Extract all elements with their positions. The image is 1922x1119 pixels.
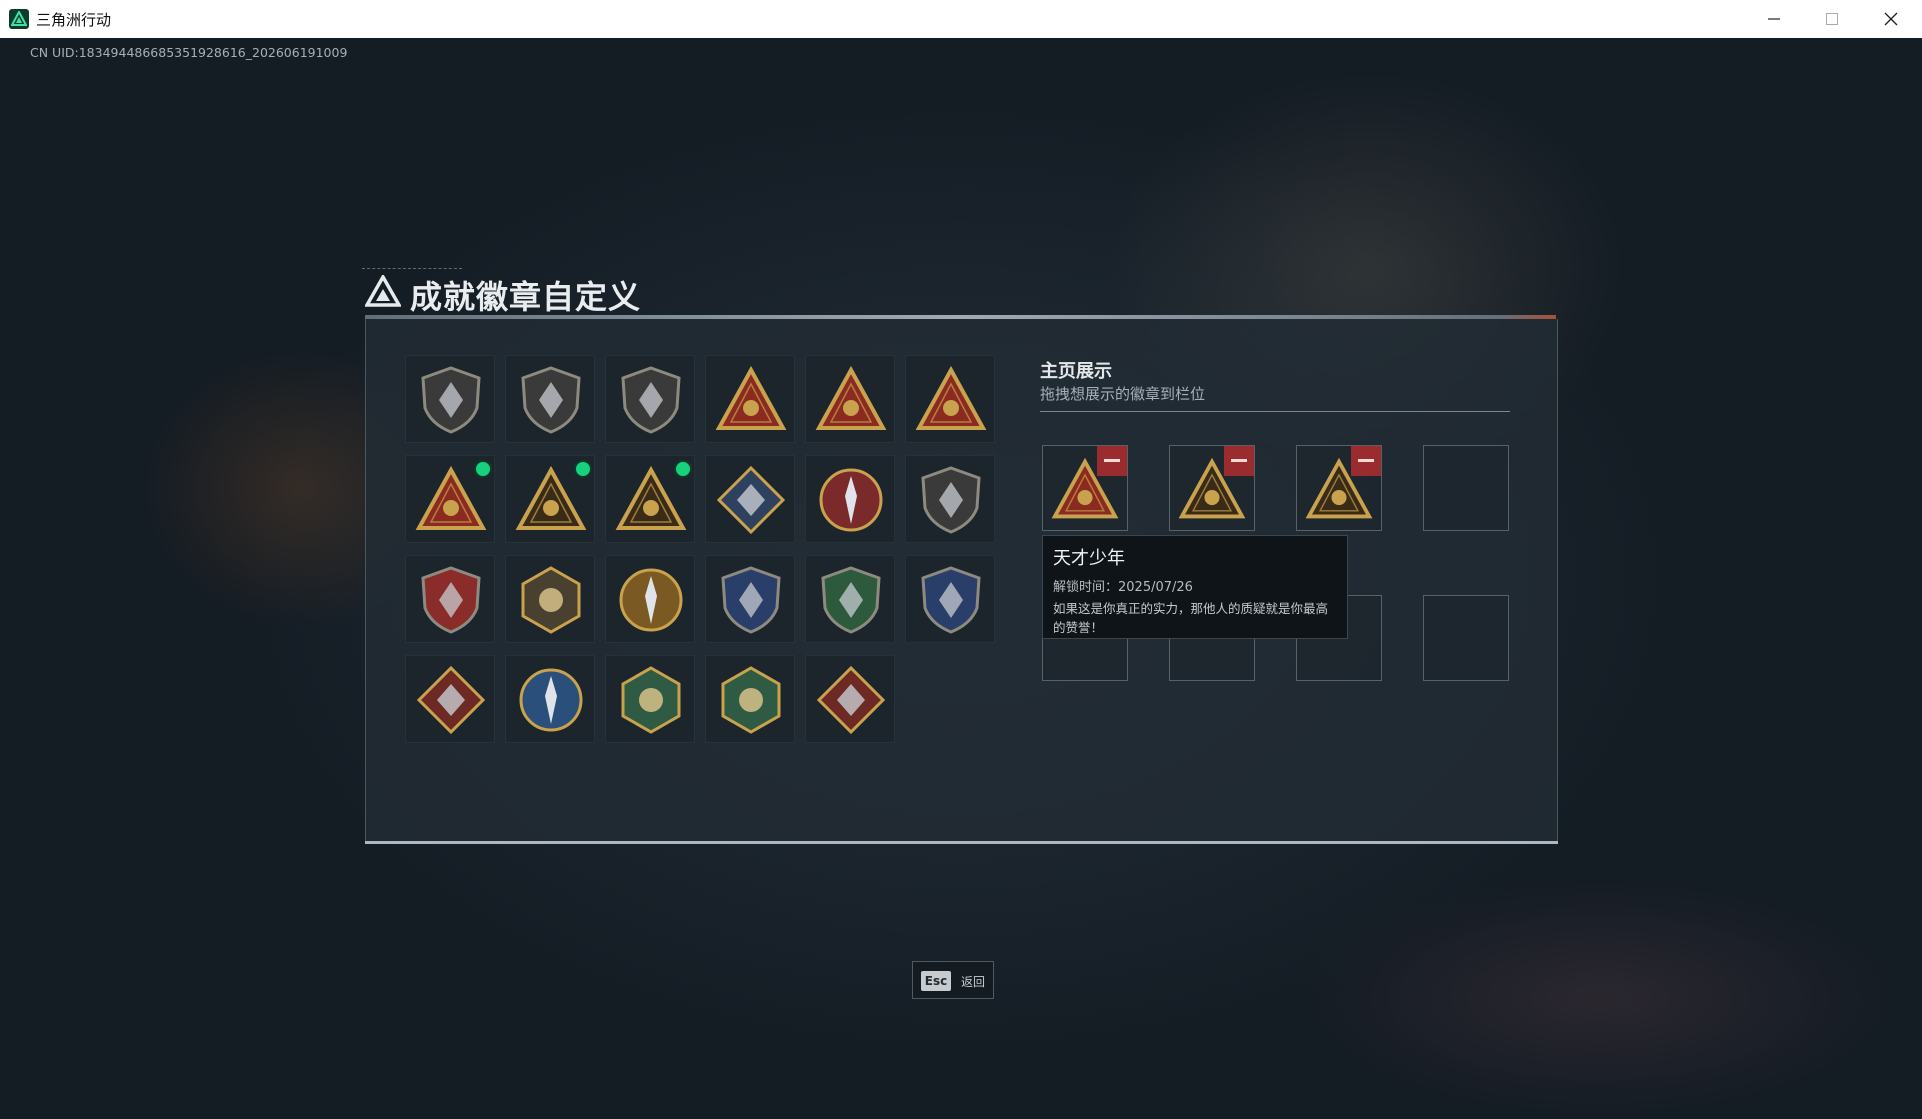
back-label: 返回: [961, 975, 986, 989]
showcase-slot[interactable]: [1169, 445, 1255, 531]
badge-item[interactable]: [505, 455, 595, 543]
helicopter-badge-icon: [521, 366, 581, 434]
green-crosshair-shield-icon: [821, 566, 881, 634]
green-brute-hex-badge-icon: [721, 666, 781, 734]
badge-item[interactable]: [805, 355, 895, 443]
badge-item[interactable]: [705, 555, 795, 643]
badge-item[interactable]: [805, 455, 895, 543]
user-uid: CN UID:18349448668535192861​6_2026061910…: [30, 45, 348, 60]
showcase-slot[interactable]: [1423, 445, 1509, 531]
showcase-slot[interactable]: [1423, 595, 1509, 681]
badge-item[interactable]: [505, 655, 595, 743]
showcase-slot[interactable]: [1042, 445, 1128, 531]
badge-item[interactable]: [605, 655, 695, 743]
close-button[interactable]: [1862, 0, 1920, 38]
star-compass-medal-icon: [819, 468, 883, 532]
blue-arrow-circle-badge-icon: [519, 668, 583, 732]
remove-badge-button[interactable]: [1224, 446, 1254, 476]
dragon-diamond-badge-icon: [816, 665, 886, 735]
badge-item[interactable]: [705, 355, 795, 443]
dark-shield-emblem-icon: [921, 466, 981, 534]
badge-item[interactable]: [805, 655, 895, 743]
esc-key-icon: Esc: [921, 971, 951, 991]
mask-triangle-badge-icon: [515, 465, 587, 530]
badge-item[interactable]: [405, 555, 495, 643]
hex-gem-shield-icon: [521, 566, 581, 634]
badge-item[interactable]: [705, 455, 795, 543]
dagger-shield-icon: [621, 366, 681, 434]
sb-triangle-badge-icon: [715, 365, 787, 430]
badge-item[interactable]: [605, 555, 695, 643]
tooltip-title: 天才少年: [1053, 548, 1125, 569]
maximize-icon: [1826, 13, 1838, 25]
stars-ribbon-shield-icon: [421, 566, 481, 634]
wolf-diamond-badge-icon: [416, 665, 486, 735]
new-indicator-dot: [576, 462, 590, 476]
minimize-button[interactable]: [1745, 0, 1803, 38]
badge-item[interactable]: [605, 455, 695, 543]
badge-item[interactable]: [505, 355, 595, 443]
badge-item[interactable]: [805, 555, 895, 643]
tooltip-unlock-time: 解锁时间：2025/07/26: [1053, 580, 1193, 595]
app-logo-icon: [9, 9, 29, 29]
badge-item[interactable]: [905, 455, 995, 543]
s59-triangle-badge-icon: [815, 365, 887, 430]
blue-gold-rifles-shield-icon: [921, 566, 981, 634]
number-one-triangle-icon: [915, 365, 987, 430]
gold-lion-medal-icon: [619, 568, 683, 632]
remove-badge-button[interactable]: [1097, 446, 1127, 476]
minimize-icon: [1768, 18, 1780, 20]
new-indicator-dot: [676, 462, 690, 476]
beast-triangle-badge-icon: [615, 465, 687, 530]
showcase-slot[interactable]: [1296, 445, 1382, 531]
blue-crossed-rifles-shield-icon: [721, 566, 781, 634]
badge-item[interactable]: [905, 555, 995, 643]
badge-item[interactable]: [405, 655, 495, 743]
showcase-subtitle: 拖拽想展示的徽章到栏位: [1040, 385, 1206, 403]
badge-item[interactable]: [705, 655, 795, 743]
badge-item[interactable]: [405, 455, 495, 543]
maximize-button[interactable]: [1803, 0, 1861, 38]
badge-item[interactable]: [405, 355, 495, 443]
page-title: 成就徽章自定义: [410, 278, 642, 316]
showcase-title: 主页展示: [1040, 361, 1112, 382]
window-title: 三角洲行动: [36, 11, 112, 29]
delta-logo-icon: [365, 275, 401, 307]
back-button[interactable]: Esc 返回: [912, 961, 994, 999]
remove-badge-button[interactable]: [1351, 446, 1381, 476]
window-titlebar: 三角洲行动: [0, 0, 1922, 39]
new-indicator-dot: [476, 462, 490, 476]
shield-delta-icon: [421, 366, 481, 434]
operator-triangle-badge-icon: [415, 465, 487, 530]
green-insect-hex-badge-icon: [621, 666, 681, 734]
tooltip-description: 如果这是你真正的实力，那他人的质疑就是你最高的赞誉！: [1053, 601, 1329, 635]
badge-item[interactable]: [905, 355, 995, 443]
close-icon: [1884, 12, 1898, 26]
diamond-gem-badge-icon: [716, 465, 786, 535]
badge-item[interactable]: [605, 355, 695, 443]
showcase-divider: [1040, 411, 1510, 412]
badge-item[interactable]: [505, 555, 595, 643]
panel-bottom-border: [365, 841, 1558, 844]
badge-tooltip: 天才少年 解锁时间：2025/07/26 如果这是你真正的实力，那他人的质疑就是…: [1042, 535, 1348, 639]
